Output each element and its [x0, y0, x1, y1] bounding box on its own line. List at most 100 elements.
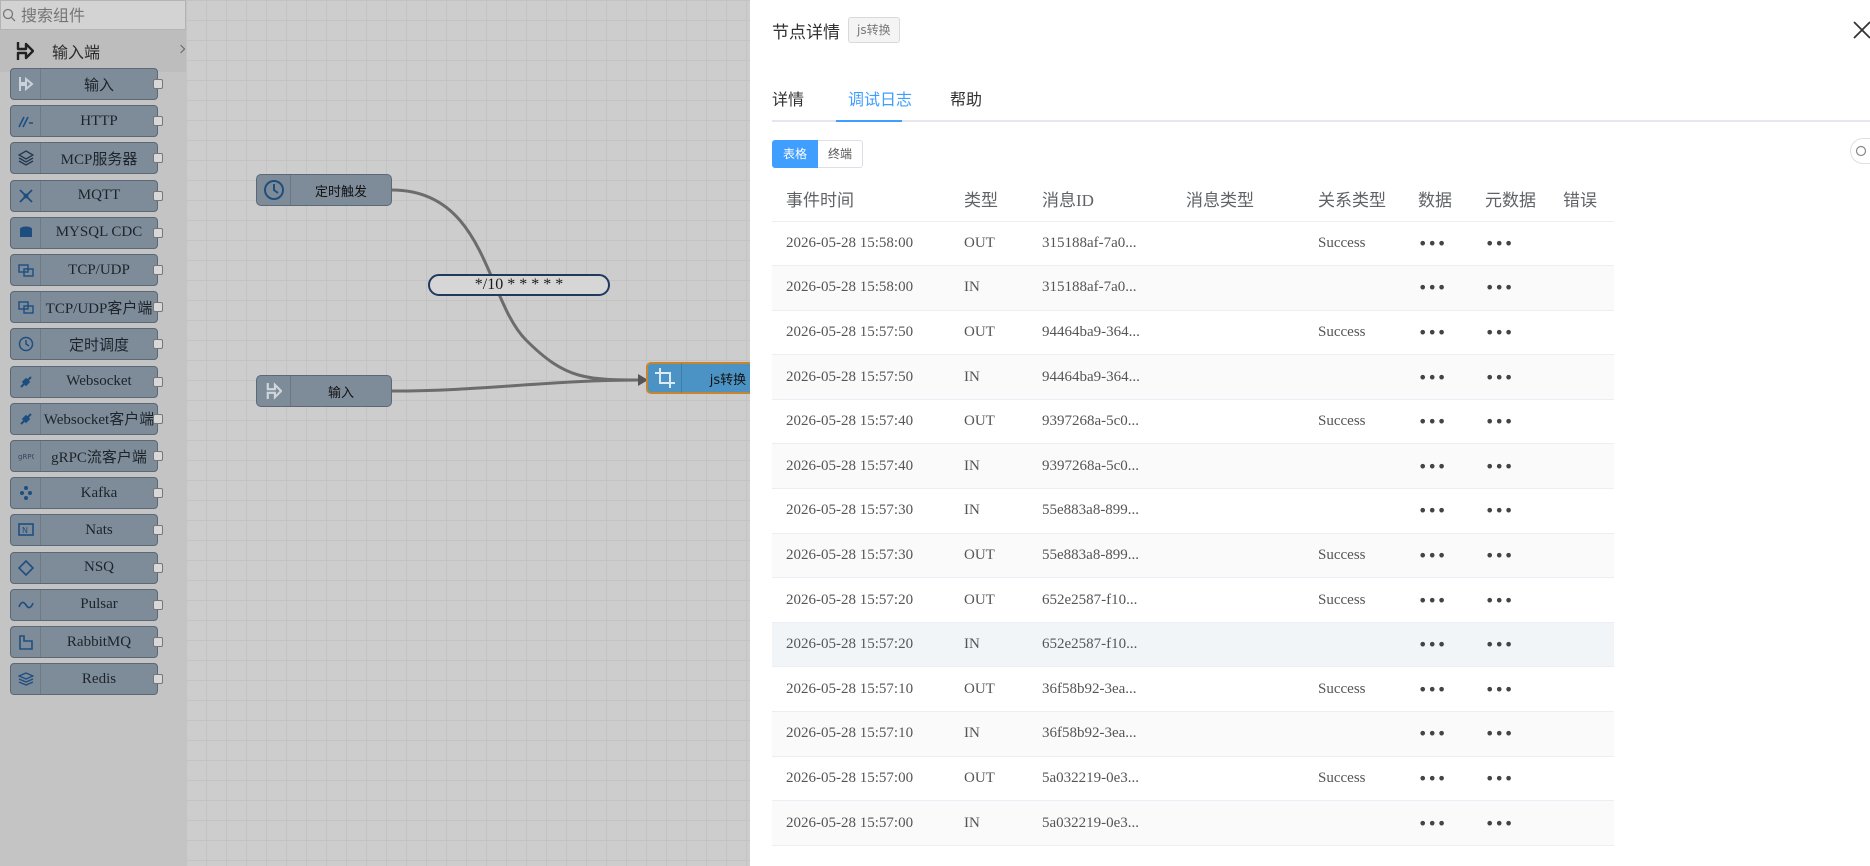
close-icon[interactable]	[1850, 18, 1870, 40]
palette-item[interactable]: NSQ	[10, 551, 163, 584]
output-port[interactable]	[153, 79, 163, 89]
table-row[interactable]: 2026-05-28 15:57:00 IN 5a032219-0e3... ••• •…	[772, 800, 1614, 846]
palette-item[interactable]: MYSQL CDC	[10, 216, 163, 249]
cell-data-more[interactable]: •••	[1404, 756, 1471, 802]
cell-data-more[interactable]: •••	[1404, 488, 1471, 534]
table-row[interactable]: 2026-05-28 15:57:20 OUT 652e2587-f10... Suc…	[772, 577, 1614, 623]
palette-item[interactable]: Websocket客户端	[10, 402, 163, 435]
table-row[interactable]: 2026-05-28 15:57:20 IN 652e2587-f10... ••• •…	[772, 622, 1614, 668]
palette-item[interactable]: TCP/UDP客户端	[10, 291, 163, 324]
col-message-type[interactable]: 消息类型	[1172, 177, 1304, 222]
view-terminal-button[interactable]: 终端	[818, 140, 864, 168]
search-input[interactable]	[21, 5, 181, 25]
output-port[interactable]	[153, 525, 163, 536]
col-event-time[interactable]: 事件时间	[772, 177, 950, 222]
cell-data-more[interactable]: •••	[1404, 354, 1471, 400]
flow-canvas[interactable]: 定时触发 */10 * * * * * 输入 js转换	[186, 0, 750, 866]
output-port[interactable]	[153, 674, 163, 685]
output-port[interactable]	[153, 413, 163, 424]
palette-item[interactable]: Pulsar	[10, 588, 163, 621]
palette-item[interactable]: Websocket	[10, 365, 163, 398]
col-metadata[interactable]: 元数据	[1471, 177, 1549, 222]
col-type[interactable]: 类型	[950, 177, 1028, 222]
category-header[interactable]: 输入端	[0, 30, 186, 72]
palette-item[interactable]: MQTT	[10, 179, 163, 212]
table-row[interactable]: 2026-05-28 15:57:50 OUT 94464ba9-364... Suc…	[772, 310, 1614, 356]
component-search[interactable]	[0, 0, 186, 30]
cell-metadata-more[interactable]: •••	[1471, 666, 1549, 713]
cell-data-more[interactable]: •••	[1404, 221, 1471, 267]
palette-item[interactable]: N Nats	[10, 514, 163, 547]
col-error[interactable]: 错误	[1549, 177, 1614, 222]
cell-metadata-more[interactable]: •••	[1471, 221, 1549, 267]
cell-metadata-more[interactable]: •••	[1471, 488, 1549, 534]
palette-item[interactable]: 定时调度	[10, 328, 163, 361]
edge-input-transform[interactable]	[391, 378, 647, 393]
cell-data-more[interactable]: •••	[1404, 399, 1471, 445]
cell-metadata-more[interactable]: •••	[1471, 533, 1549, 579]
cell-data-more[interactable]: •••	[1404, 711, 1471, 757]
table-row[interactable]: 2026-05-28 15:57:30 OUT 55e883a8-899... Suc…	[772, 533, 1614, 579]
table-row[interactable]: 2026-05-28 15:58:00 IN 315188af-7a0... ••• •…	[772, 265, 1614, 311]
palette-item[interactable]: TCP/UDP	[10, 254, 163, 286]
col-message-id[interactable]: 消息ID	[1028, 177, 1172, 222]
chevron-icon[interactable]	[176, 44, 186, 54]
table-row[interactable]: 2026-05-28 15:57:50 IN 94464ba9-364... ••• •…	[772, 354, 1614, 400]
palette-item[interactable]: 输入	[10, 68, 163, 100]
col-relation-type[interactable]: 关系类型	[1304, 177, 1404, 222]
palette-item[interactable]: MCP服务器	[10, 142, 163, 175]
cell-data-more[interactable]: •••	[1404, 622, 1471, 668]
edge-cron-label[interactable]: */10 * * * * *	[428, 274, 610, 296]
cell-data-more[interactable]: •••	[1404, 443, 1471, 490]
table-row[interactable]: 2026-05-28 15:57:40 OUT 9397268a-5c0... Suc…	[772, 399, 1614, 445]
table-row[interactable]: 2026-05-28 15:57:30 IN 55e883a8-899... ••• •…	[772, 488, 1614, 534]
cell-metadata-more[interactable]: •••	[1471, 800, 1549, 846]
col-data[interactable]: 数据	[1404, 177, 1471, 222]
table-row[interactable]: 2026-05-28 15:57:00 OUT 5a032219-0e3... Suc…	[772, 756, 1614, 802]
palette-item[interactable]: Kafka	[10, 477, 163, 510]
cell-metadata-more[interactable]: •••	[1471, 310, 1549, 356]
cell-metadata-more[interactable]: •••	[1471, 265, 1549, 311]
output-port[interactable]	[153, 488, 163, 499]
palette-item[interactable]: HTTP	[10, 105, 163, 138]
output-port[interactable]	[153, 376, 163, 387]
output-port[interactable]	[153, 637, 163, 647]
cell-data-more[interactable]: •••	[1404, 310, 1471, 356]
tab-details[interactable]: 详情	[772, 86, 804, 110]
output-port[interactable]	[153, 451, 163, 461]
output-port[interactable]	[153, 562, 163, 573]
output-port[interactable]	[153, 153, 163, 164]
output-port[interactable]	[153, 190, 163, 201]
palette-item[interactable]: gRPC gRPC流客户端	[10, 440, 163, 472]
node-js-transform[interactable]: js转换	[646, 362, 750, 394]
node-timer-trigger[interactable]: 定时触发	[256, 174, 392, 206]
cell-metadata-more[interactable]: •••	[1471, 577, 1549, 623]
log-search-button[interactable]	[1850, 138, 1870, 164]
tab-help[interactable]: 帮助	[950, 86, 982, 110]
palette-item[interactable]: RabbitMQ	[10, 626, 163, 658]
output-port[interactable]	[153, 116, 163, 127]
cell-data-more[interactable]: •••	[1404, 265, 1471, 311]
cell-metadata-more[interactable]: •••	[1471, 443, 1549, 490]
view-table-button[interactable]: 表格	[772, 140, 819, 168]
table-row[interactable]: 2026-05-28 15:57:10 OUT 36f58b92-3ea... Suc…	[772, 666, 1614, 713]
cell-metadata-more[interactable]: •••	[1471, 399, 1549, 445]
node-input[interactable]: 输入	[256, 375, 392, 407]
palette-item[interactable]: Redis	[10, 663, 163, 696]
output-port[interactable]	[153, 265, 163, 275]
output-port[interactable]	[153, 339, 163, 350]
cell-metadata-more[interactable]: •••	[1471, 756, 1549, 802]
cell-metadata-more[interactable]: •••	[1471, 711, 1549, 757]
cell-data-more[interactable]: •••	[1404, 800, 1471, 846]
output-port[interactable]	[153, 227, 163, 238]
table-row[interactable]: 2026-05-28 15:57:40 IN 9397268a-5c0... ••• •…	[772, 443, 1614, 490]
cell-data-more[interactable]: •••	[1404, 666, 1471, 713]
cell-metadata-more[interactable]: •••	[1471, 622, 1549, 668]
output-port[interactable]	[153, 302, 163, 313]
table-row[interactable]: 2026-05-28 15:58:00 OUT 315188af-7a0... Suc…	[772, 221, 1614, 267]
output-port[interactable]	[153, 599, 163, 610]
cell-data-more[interactable]: •••	[1404, 577, 1471, 623]
table-row[interactable]: 2026-05-28 15:57:10 IN 36f58b92-3ea... ••• •…	[772, 711, 1614, 757]
cell-data-more[interactable]: •••	[1404, 533, 1471, 579]
cell-metadata-more[interactable]: •••	[1471, 354, 1549, 400]
